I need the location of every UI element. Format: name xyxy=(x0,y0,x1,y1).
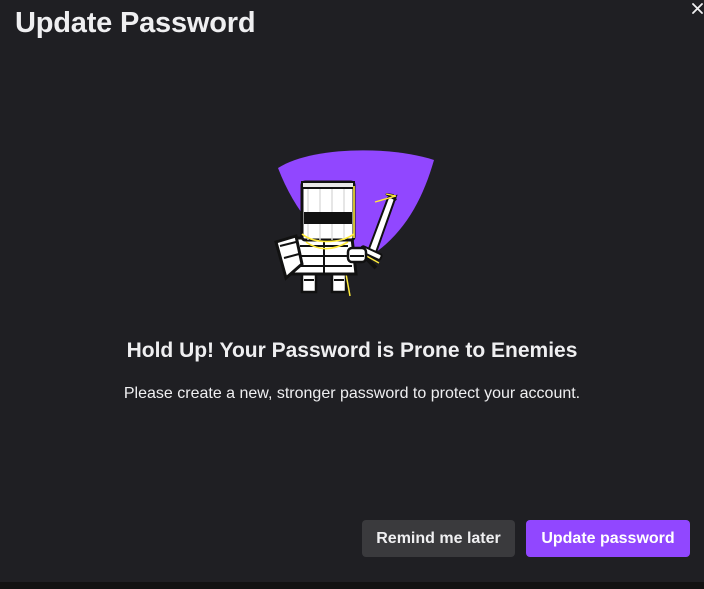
dialog-title: Update Password xyxy=(15,7,256,39)
warning-heading: Hold Up! Your Password is Prone to Enemi… xyxy=(126,339,578,362)
warning-message: Please create a new, stronger password t… xyxy=(123,385,581,402)
remind-me-later-button[interactable]: Remind me later xyxy=(362,520,515,557)
close-button[interactable] xyxy=(690,0,704,16)
update-password-dialog: Update Password Hold Up! Your Password i… xyxy=(0,0,704,582)
close-icon xyxy=(691,2,703,14)
knight-mascot-illustration xyxy=(274,150,434,297)
background-page-edge xyxy=(0,582,704,589)
update-password-button[interactable]: Update password xyxy=(526,520,690,557)
